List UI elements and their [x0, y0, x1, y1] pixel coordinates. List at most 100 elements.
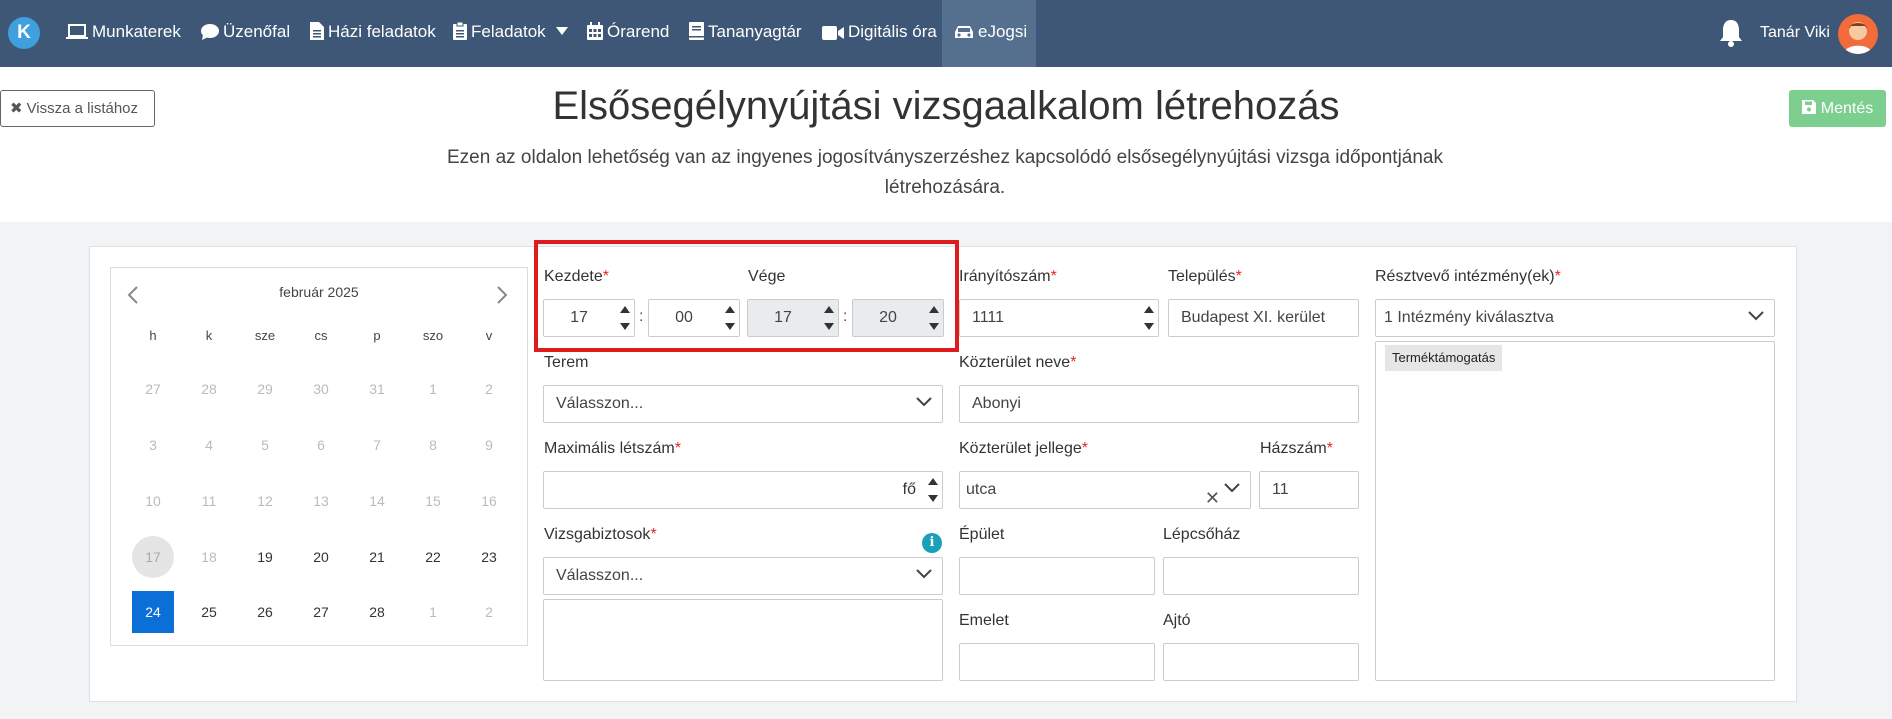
info-icon[interactable]: i	[922, 533, 942, 553]
calendar-day[interactable]: 4	[188, 424, 230, 466]
calendar-day[interactable]: 3	[132, 424, 174, 466]
calendar-icon	[587, 22, 603, 40]
unit-suffix: fő	[902, 481, 916, 498]
nav-item-munkaterek[interactable]: Munkaterek	[66, 0, 181, 67]
chevron-down-icon	[916, 397, 932, 407]
calendar-day[interactable]: 21	[356, 536, 398, 578]
calendar-day[interactable]: 14	[356, 480, 398, 522]
calendar-day[interactable]: 20	[300, 536, 342, 578]
calendar-day[interactable]: 2	[468, 591, 510, 633]
calendar-day[interactable]: 27	[300, 591, 342, 633]
clipboard-icon	[453, 21, 467, 40]
floor-input[interactable]	[959, 643, 1155, 681]
calendar-day[interactable]: 6	[300, 424, 342, 466]
calendar-day[interactable]: 24	[132, 591, 174, 633]
book-icon	[689, 22, 704, 40]
page-title: Elsősegélynyújtási vizsgaalkalom létreho…	[552, 84, 1340, 128]
calendar-day[interactable]: 16	[468, 480, 510, 522]
house-number-input[interactable]: 11	[1259, 471, 1359, 509]
room-label: Terem	[544, 354, 589, 371]
nav-item-hazi-feladatok[interactable]: Házi feladatok	[310, 0, 436, 67]
nav-item-uzenofal[interactable]: Üzenőfal	[201, 0, 290, 67]
date-calendar: február 2025 h k sze cs p szo v 27 28 29 30 31 1 2 3 4…	[110, 267, 528, 646]
calendar-weekday: szo	[422, 328, 444, 343]
max-capacity-input[interactable]: fő	[543, 471, 943, 509]
institution-tag[interactable]: Terméktámogatás	[1385, 345, 1503, 371]
calendar-weekday: v	[485, 328, 493, 343]
examiners-select[interactable]: Válasszon...	[543, 557, 943, 595]
calendar-day[interactable]: 26	[244, 591, 286, 633]
street-name-input[interactable]: Abonyi	[959, 385, 1359, 423]
app-logo[interactable]: K	[8, 17, 40, 49]
nav-item-ejogsi[interactable]: eJogsi	[942, 0, 1036, 67]
calendar-weekday: p	[373, 328, 381, 343]
nav-item-tananyagtar[interactable]: Tananyagtár	[689, 0, 802, 67]
chevron-down-icon	[1748, 311, 1764, 321]
file-icon	[310, 22, 324, 40]
calendar-day[interactable]: 17	[132, 536, 174, 578]
calendar-day[interactable]: 8	[412, 424, 454, 466]
calendar-day[interactable]: 31	[356, 368, 398, 410]
floor-label: Emelet	[959, 612, 1009, 629]
calendar-day[interactable]: 9	[468, 424, 510, 466]
calendar-weekday: h	[149, 328, 157, 343]
calendar-day[interactable]: 19	[244, 536, 286, 578]
nav-item-orarend[interactable]: Órarend	[587, 0, 669, 67]
laptop-icon	[66, 24, 88, 39]
calendar-day[interactable]: 10	[132, 480, 174, 522]
calendar-day[interactable]: 22	[412, 536, 454, 578]
calendar-weekday: sze	[254, 328, 276, 343]
calendar-day[interactable]: 2	[468, 368, 510, 410]
calendar-day[interactable]: 7	[356, 424, 398, 466]
street-type-label: Közterület jellege*	[959, 440, 1088, 457]
street-type-select[interactable]: utca ✕	[959, 471, 1251, 509]
save-button[interactable]: Mentés	[1789, 90, 1886, 127]
room-select[interactable]: Válasszon...	[543, 385, 943, 423]
number-spinner[interactable]	[1142, 303, 1156, 333]
stair-input[interactable]	[1163, 557, 1359, 595]
calendar-weekday: k	[205, 328, 213, 343]
calendar-day[interactable]: 1	[412, 591, 454, 633]
calendar-day[interactable]: 28	[356, 591, 398, 633]
number-spinner[interactable]	[926, 475, 940, 505]
avatar[interactable]	[1838, 14, 1878, 54]
calendar-day[interactable]: 5	[244, 424, 286, 466]
calendar-day[interactable]: 28	[188, 368, 230, 410]
building-label: Épület	[959, 526, 1005, 543]
calendar-day[interactable]: 18	[188, 536, 230, 578]
door-input[interactable]	[1163, 643, 1359, 681]
calendar-day[interactable]: 27	[132, 368, 174, 410]
calendar-day[interactable]: 13	[300, 480, 342, 522]
street-name-label: Közterület neve*	[959, 354, 1077, 371]
page-description: Ezen az oldalon lehetőség van az ingyene…	[446, 147, 1443, 198]
calendar-day[interactable]: 1	[412, 368, 454, 410]
chevron-down-icon	[1224, 483, 1240, 493]
institutions-list[interactable]	[1375, 341, 1775, 681]
bell-icon[interactable]	[1718, 18, 1744, 48]
calendar-day[interactable]: 29	[244, 368, 286, 410]
video-icon	[822, 26, 844, 40]
stair-label: Lépcsőház	[1163, 526, 1241, 543]
calendar-day[interactable]: 11	[188, 480, 230, 522]
nav-item-feladatok[interactable]: Feladatok	[453, 0, 568, 67]
nav-item-digitalis-ora[interactable]: Digitális óra	[822, 0, 937, 67]
chevron-down-icon	[916, 569, 932, 579]
building-input[interactable]	[959, 557, 1155, 595]
next-month-icon[interactable]	[496, 284, 508, 310]
user-name[interactable]: Tanár Viki	[1760, 0, 1830, 67]
calendar-day[interactable]: 23	[468, 536, 510, 578]
institutions-label: Résztvevő intézmény(ek)*	[1375, 268, 1561, 285]
chevron-down-icon	[555, 27, 568, 35]
institutions-select[interactable]: 1 Intézmény kiválasztva	[1375, 299, 1775, 337]
calendar-weekday: cs	[314, 328, 328, 343]
calendar-day[interactable]: 25	[188, 591, 230, 633]
clear-icon[interactable]: ✕	[1205, 480, 1220, 508]
calendar-day[interactable]: 30	[300, 368, 342, 410]
top-navbar: K Munkaterek Üzenőfal Házi feladatok Fel…	[0, 0, 1892, 67]
calendar-month-label: február 2025	[279, 284, 359, 300]
examiners-list[interactable]	[543, 599, 943, 681]
city-input[interactable]: Budapest XI. kerület	[1168, 299, 1359, 337]
calendar-day[interactable]: 15	[412, 480, 454, 522]
zip-input[interactable]: 1111	[959, 299, 1159, 337]
calendar-day[interactable]: 12	[244, 480, 286, 522]
